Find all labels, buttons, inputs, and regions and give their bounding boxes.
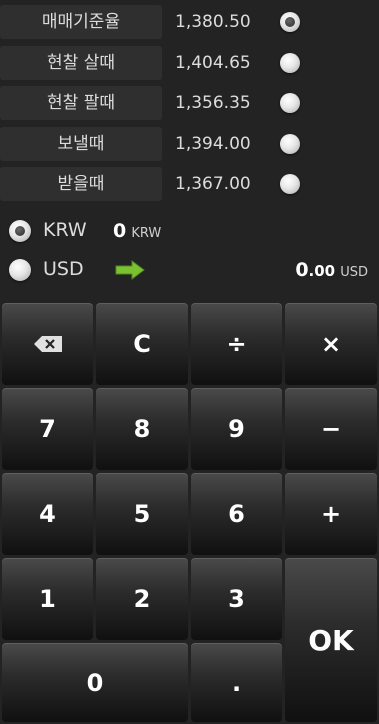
- rate-value: 1,367.00: [175, 174, 251, 194]
- key-5[interactable]: 5: [96, 473, 188, 555]
- rate-value: 1,394.00: [175, 134, 251, 154]
- currency-row-krw[interactable]: KRW 0 KRW: [0, 212, 379, 248]
- currency-code-usd: USD: [43, 258, 84, 280]
- amount-usd[interactable]: 0.00 USD: [295, 251, 368, 292]
- minus-button[interactable]: −: [285, 388, 377, 470]
- key-8[interactable]: 8: [96, 388, 188, 470]
- rate-row-receive[interactable]: 받을때 1,367.00: [0, 166, 379, 202]
- divide-button[interactable]: ÷: [191, 303, 282, 385]
- amount-krw[interactable]: 0 KRW: [113, 212, 161, 253]
- currency-radio-usd[interactable]: [9, 259, 31, 281]
- rate-value: 1,380.50: [175, 12, 251, 32]
- rate-radio-base[interactable]: [280, 12, 300, 32]
- rate-label: 현찰 팔때: [0, 86, 162, 120]
- rate-row-send[interactable]: 보낼때 1,394.00: [0, 126, 379, 162]
- key-2[interactable]: 2: [96, 558, 188, 640]
- key-7[interactable]: 7: [2, 388, 93, 470]
- rate-row-cash-sell[interactable]: 현찰 팔때 1,356.35: [0, 85, 379, 121]
- amount-unit: KRW: [131, 226, 162, 241]
- rate-label: 보낼때: [0, 127, 162, 161]
- backspace-icon: [33, 336, 62, 352]
- rate-label: 매매기준율: [0, 5, 162, 39]
- key-9[interactable]: 9: [191, 388, 282, 470]
- clear-button[interactable]: C: [96, 303, 188, 385]
- backspace-button[interactable]: [2, 303, 93, 385]
- currency-row-usd[interactable]: USD 0.00 USD: [0, 251, 379, 287]
- key-dot[interactable]: .: [191, 643, 282, 722]
- keypad: C ÷ × 7 8 9 − 4 5 6 + 1 2 3 OK 0 .: [0, 301, 379, 724]
- currency-code-krw: KRW: [43, 219, 87, 241]
- amount-value: 0: [295, 259, 309, 281]
- rate-radio-cash-sell[interactable]: [280, 93, 300, 113]
- key-3[interactable]: 3: [191, 558, 282, 640]
- key-0[interactable]: 0: [2, 643, 188, 722]
- amount-unit: USD: [340, 265, 368, 280]
- amount-value: 0: [113, 220, 127, 242]
- arrow-right-icon: [115, 260, 145, 280]
- key-6[interactable]: 6: [191, 473, 282, 555]
- rate-radio-send[interactable]: [280, 134, 300, 154]
- ok-button[interactable]: OK: [285, 558, 377, 722]
- rate-value: 1,404.65: [175, 53, 251, 73]
- plus-button[interactable]: +: [285, 473, 377, 555]
- rate-value: 1,356.35: [175, 93, 251, 113]
- currency-radio-krw[interactable]: [9, 220, 31, 242]
- key-4[interactable]: 4: [2, 473, 93, 555]
- key-1[interactable]: 1: [2, 558, 93, 640]
- rate-row-cash-buy[interactable]: 현찰 살때 1,404.65: [0, 45, 379, 81]
- amount-decimal: .00: [308, 262, 336, 280]
- rate-label: 현찰 살때: [0, 46, 162, 80]
- rate-row-base[interactable]: 매매기준율 1,380.50: [0, 4, 379, 40]
- rate-radio-cash-buy[interactable]: [280, 53, 300, 73]
- multiply-button[interactable]: ×: [285, 303, 377, 385]
- rate-radio-receive[interactable]: [280, 174, 300, 194]
- rate-label: 받을때: [0, 167, 162, 201]
